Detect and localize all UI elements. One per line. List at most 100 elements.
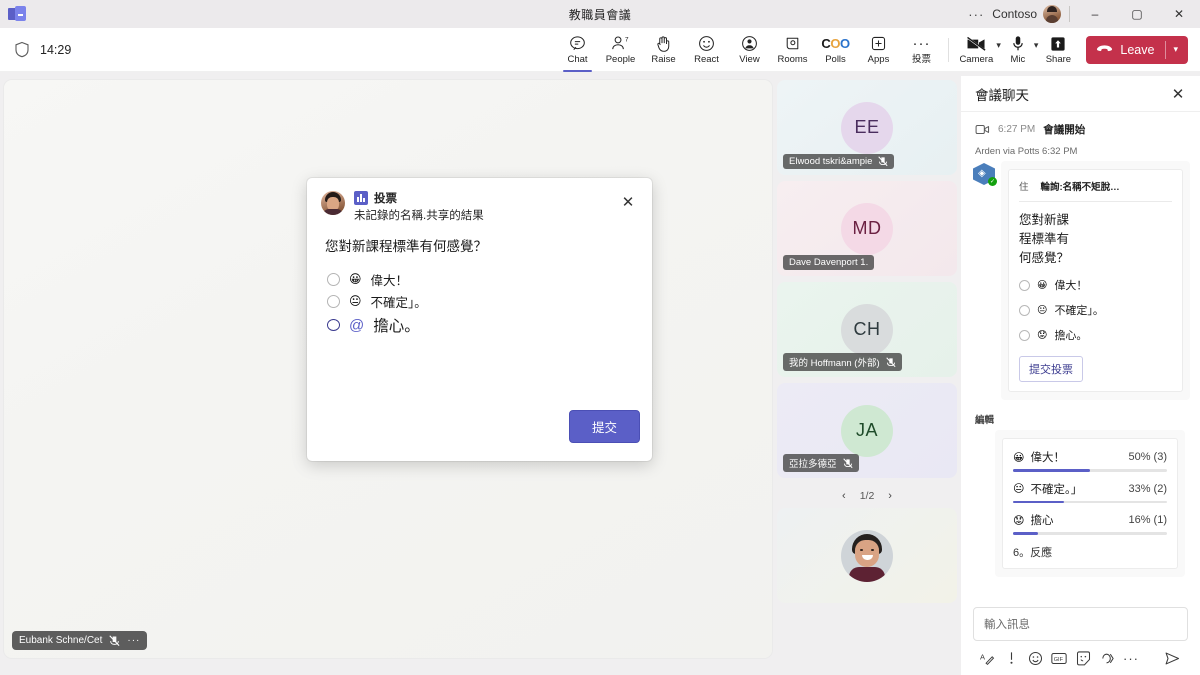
system-time: 6:27 PM: [998, 124, 1036, 135]
reactions-count: 6。反應: [1013, 546, 1053, 559]
radio-button[interactable]: [327, 294, 340, 308]
radio-button[interactable]: [1019, 304, 1030, 316]
avatar-initials: JA: [855, 420, 878, 440]
more-ellipsis-icon[interactable]: ···: [1119, 646, 1143, 670]
radio-button[interactable]: [1019, 279, 1030, 291]
more-ellipsis-icon: ···: [912, 35, 931, 52]
radio-button[interactable]: [327, 319, 340, 331]
toolbar-actions: Chat 7 People Raise React View Rooms C O…: [556, 28, 943, 72]
result-percent: 33% (2): [1128, 482, 1167, 495]
option-emoji-icon: 😐: [349, 294, 362, 308]
toolbar-item-polls[interactable]: COO Polls: [814, 28, 857, 72]
result-row: 😀 偉大！ 50% (3): [1013, 449, 1167, 472]
toolbar-item-rooms[interactable]: Rooms: [771, 28, 814, 72]
toolbar-item-raise[interactable]: Raise: [642, 28, 685, 72]
poll-card-header: 住 輪詢:名稱不矩脫…: [1019, 179, 1172, 193]
edit-label[interactable]: 編輯: [961, 400, 1200, 430]
participant-tile-self[interactable]: [777, 508, 957, 603]
results-card-wrapper: 😀 偉大！ 50% (3) 😐 不確定。」 33% (2) 😟 擔心 16% (…: [995, 430, 1185, 577]
option-label: 擔心。: [1054, 330, 1088, 342]
emoji-icon[interactable]: [1023, 646, 1047, 670]
submit-vote-button[interactable]: 提交投票: [1019, 356, 1083, 382]
toolbar-item-react[interactable]: React: [685, 28, 728, 72]
poll-options: 😀 偉大！ 😐 不確定」。 @ 擔心。: [307, 255, 652, 338]
participant-tile[interactable]: EE Elwood tskri&ampie: [777, 80, 957, 175]
result-bar-track: [1013, 469, 1167, 472]
title-bar: 教職員會議 ··· Contoso – ▢ ✕: [0, 0, 1200, 28]
camera-button[interactable]: Camera: [957, 28, 995, 72]
poll-card-option-row[interactable]: 😀 偉大！: [1019, 277, 1172, 293]
poll-card-option-row[interactable]: 😟 擔心。: [1019, 327, 1172, 343]
toolbar-item-people[interactable]: 7 People: [599, 28, 642, 72]
poll-card-header-right: 輪詢:名稱不矩脫…: [1040, 182, 1120, 193]
submit-button[interactable]: 提交: [568, 410, 640, 443]
participant-tile[interactable]: JA 亞拉多德亞: [777, 383, 957, 478]
leave-chevron-down-icon[interactable]: ▾: [1173, 44, 1178, 55]
option-label: 擔心。: [373, 318, 420, 335]
loop-icon[interactable]: [1095, 646, 1119, 670]
pager-prev-button[interactable]: ‹: [842, 490, 846, 502]
title-bar-controls: ··· Contoso – ▢ ✕: [960, 0, 1200, 28]
photo-avatar: [841, 529, 893, 582]
format-icon[interactable]: A: [975, 646, 999, 670]
result-percent: 16% (1): [1128, 514, 1167, 526]
toolbar-label-apps: Apps: [867, 54, 890, 65]
poll-option-row[interactable]: 😀 偉大！: [327, 268, 652, 290]
radio-button[interactable]: [1019, 329, 1030, 341]
apps-plus-icon: [870, 34, 887, 53]
mic-chevron-down-icon[interactable]: ▾: [1034, 40, 1039, 51]
toolbar-item-view[interactable]: View: [728, 28, 771, 72]
option-emoji-icon: 😀: [349, 272, 362, 286]
radio-button[interactable]: [327, 272, 340, 286]
result-row: 😐 不確定。」 33% (2): [1013, 481, 1167, 503]
chat-message-list: 6:27 PM 會議開始 Arden via Potts 6:32 PM ◈ ✓ …: [961, 112, 1200, 599]
result-bar-track: [1013, 532, 1167, 535]
close-icon[interactable]: ✕: [1166, 82, 1190, 106]
poll-app-name: 投票: [374, 193, 397, 205]
participant-tile[interactable]: MD Dave Davenport 1.: [777, 181, 957, 276]
breakout-rooms-icon: [784, 34, 801, 53]
meeting-chat-panel: 會議聊天 ✕ 6:27 PM 會議開始 Arden via Potts 6:32…: [961, 76, 1200, 675]
leave-button[interactable]: Leave ▾: [1086, 35, 1188, 64]
poll-card-wrapper: 住 輪詢:名稱不矩脫… 您對新課程標準有何感覺？ 😀 偉大！ 😐 不確定」。 😟…: [1001, 161, 1190, 400]
more-ellipsis-icon[interactable]: ···: [127, 635, 140, 646]
toolbar-item-apps[interactable]: Apps: [857, 28, 900, 72]
toolbar-item-more[interactable]: ··· 投票: [900, 28, 943, 72]
filmstrip-pager: ‹ 1/2 ›: [777, 484, 957, 508]
poll-dialog-header: 投票 未記錄的名稱.共享的結果 ✕: [307, 178, 652, 223]
close-icon[interactable]: ✕: [616, 190, 640, 214]
org-label: Contoso: [992, 7, 1037, 21]
participant-tile[interactable]: CH 我的 Hoffmann (外部): [777, 282, 957, 377]
chat-header: 會議聊天 ✕: [961, 76, 1200, 112]
minimize-button[interactable]: –: [1074, 0, 1116, 28]
send-icon[interactable]: [1160, 646, 1184, 670]
participant-name: Elwood tskri&ampie: [789, 156, 873, 167]
participant-name-badge: Dave Davenport 1.: [783, 255, 875, 270]
maximize-button[interactable]: ▢: [1116, 0, 1158, 28]
toolbar-item-chat[interactable]: Chat: [556, 28, 599, 72]
sticker-icon[interactable]: [1071, 646, 1095, 670]
gif-icon[interactable]: GIF: [1047, 646, 1071, 670]
toolbar-label-react: React: [694, 54, 719, 65]
priority-icon[interactable]: [999, 646, 1023, 670]
mic-button[interactable]: Mic: [1003, 28, 1033, 72]
mic-muted-icon: [885, 356, 896, 368]
share-button[interactable]: Share: [1040, 28, 1076, 72]
toolbar-label-rooms: Rooms: [777, 54, 808, 65]
poll-option-row[interactable]: 😐 不確定」。: [327, 290, 652, 312]
poll-card-header-left: 住: [1019, 182, 1029, 193]
title-overflow-button[interactable]: ···: [960, 7, 992, 22]
close-window-button[interactable]: ✕: [1158, 0, 1200, 28]
account-avatar[interactable]: [1043, 5, 1061, 23]
share-label: Share: [1045, 54, 1072, 65]
poll-option-row[interactable]: @ 擔心。: [327, 312, 652, 338]
toolbar-label-people: People: [605, 54, 636, 65]
pager-next-button[interactable]: ›: [888, 490, 892, 502]
message-input[interactable]: 輸入訊息: [973, 607, 1188, 641]
poll-dialog-meta: 投票 未記錄的名稱.共享的結果: [354, 190, 484, 223]
chat-system-row: 6:27 PM 會議開始: [961, 122, 1200, 137]
chat-poll-card: 住 輪詢:名稱不矩脫… 您對新課程標準有何感覺？ 😀 偉大！ 😐 不確定」。 😟…: [1008, 169, 1183, 392]
option-label: 偉大！: [1030, 452, 1065, 464]
poll-card-option-row[interactable]: 😐 不確定」。: [1019, 302, 1172, 318]
camera-chevron-down-icon[interactable]: ▾: [996, 40, 1001, 51]
